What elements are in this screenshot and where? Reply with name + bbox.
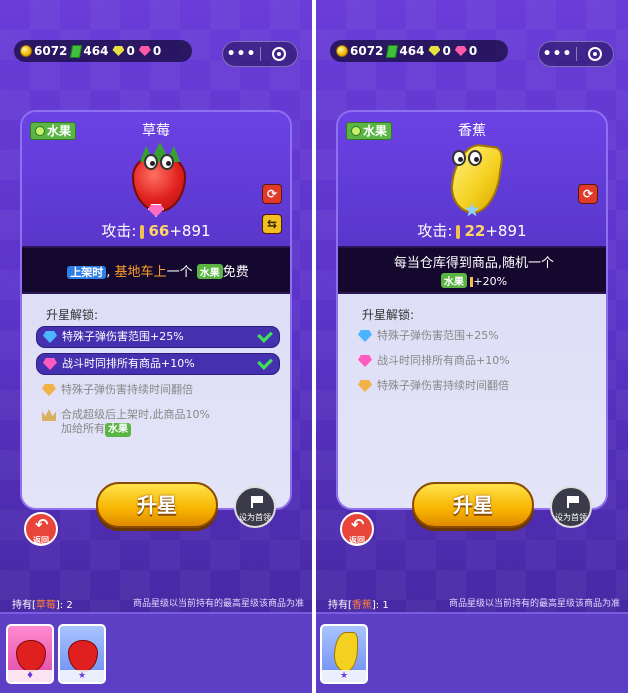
pink-gem-icon bbox=[138, 46, 151, 56]
pink-gem-count: 0 bbox=[152, 44, 162, 58]
skill-description: 上架时, 基地车上一个 水果 免费 bbox=[22, 246, 290, 294]
sword-icon bbox=[140, 224, 145, 239]
blue-diamond-icon bbox=[358, 330, 372, 342]
green-gem-count: 0 bbox=[442, 44, 451, 58]
panel-strawberry: 6072 464 0 0 ••• 水果 草莓 ⟳ ⇆ 攻击: 66+891 上架时… bbox=[0, 0, 312, 693]
star-note: 商品星级以当前持有的最高星级该商品为准 bbox=[448, 599, 620, 609]
star-up-button[interactable]: 升星 bbox=[96, 482, 218, 528]
green-gem-count: 0 bbox=[126, 44, 135, 58]
star-up-button[interactable]: 升星 bbox=[412, 482, 534, 528]
holding-count: 持有[香蕉]: 1 bbox=[328, 600, 389, 611]
category-tag-inline: 水果 bbox=[196, 263, 223, 279]
back-button[interactable]: 返回 bbox=[24, 512, 58, 546]
cash-count: 464 bbox=[399, 44, 425, 58]
banana-image bbox=[442, 140, 506, 217]
flag-icon bbox=[251, 496, 263, 508]
item-card: 水果 草莓 ⟳ ⇆ 攻击: 66+891 上架时, 基地车上一个 水果 免费 升星解… bbox=[20, 110, 292, 510]
coin-count: 6072 bbox=[34, 44, 68, 58]
pink-diamond-icon bbox=[358, 355, 372, 367]
unlock-row: 战斗时同排所有商品+10% bbox=[352, 351, 596, 371]
unlock-title: 升星解锁: bbox=[46, 308, 99, 322]
green-gem-icon bbox=[428, 46, 441, 56]
miniprogram-capsule: ••• bbox=[222, 41, 298, 67]
close-button[interactable] bbox=[577, 47, 613, 61]
more-button[interactable]: ••• bbox=[223, 46, 260, 62]
cash-icon bbox=[386, 44, 399, 58]
category-tag-inline: 水果 bbox=[440, 273, 467, 288]
attack-stat: 攻击: 66+891 bbox=[101, 222, 211, 240]
unlock-row: 特殊子弹伤害范围+25% bbox=[352, 326, 596, 346]
resource-bar: 6072 464 0 0 bbox=[14, 40, 192, 62]
inventory-slot[interactable]: ★ bbox=[320, 624, 368, 684]
flag-icon bbox=[567, 496, 579, 508]
unlock-row: 合成超级后上架时,此商品10% 加给所有 水果 bbox=[36, 405, 280, 440]
resource-bar: 6072 464 0 0 bbox=[330, 40, 508, 62]
coin-count: 6072 bbox=[350, 44, 384, 58]
sword-icon bbox=[456, 224, 461, 239]
inventory-slot[interactable]: ★ bbox=[58, 624, 106, 684]
coin-icon bbox=[336, 45, 348, 57]
pink-gem-icon bbox=[454, 46, 467, 56]
back-button[interactable]: 返回 bbox=[340, 512, 374, 546]
unlock-list: 特殊子弹伤害范围+25% 战斗时同排所有商品+10% 特殊子弹伤害持续时间翻倍 bbox=[352, 326, 596, 401]
close-button[interactable] bbox=[261, 47, 297, 61]
unlock-title: 升星解锁: bbox=[362, 308, 415, 322]
unlock-list: 特殊子弹伤害范围+25% 战斗时同排所有商品+10% 特殊子弹伤害持续时间翻倍 … bbox=[36, 326, 280, 445]
green-gem-icon bbox=[112, 46, 125, 56]
inventory-tray: ♦ ★ bbox=[0, 612, 312, 693]
blue-diamond-icon bbox=[43, 331, 57, 343]
panel-banana: 6072 464 0 0 ••• 水果 香蕉 ⟳ 攻击: 22+891 每当仓库得… bbox=[316, 0, 628, 693]
item-name: 草莓 bbox=[142, 123, 170, 139]
item-name: 香蕉 bbox=[458, 123, 486, 139]
pink-gem-count: 0 bbox=[468, 44, 478, 58]
set-leader-button[interactable]: 设为首领 bbox=[550, 486, 592, 528]
unlock-row: 特殊子弹伤害持续时间翻倍 bbox=[36, 380, 280, 400]
refresh-button[interactable]: ⟳ bbox=[578, 184, 598, 204]
coin-icon bbox=[20, 45, 32, 57]
strawberry-image bbox=[126, 140, 190, 217]
holding-count: 持有[草莓]: 2 bbox=[12, 600, 73, 611]
skill-description: 每当仓库得到商品,随机一个 水果 +20% bbox=[338, 246, 606, 294]
attack-stat: 攻击: 22+891 bbox=[417, 222, 527, 240]
gold-diamond-icon bbox=[42, 384, 56, 396]
miniprogram-capsule: ••• bbox=[538, 41, 614, 67]
star-note: 商品星级以当前持有的最高星级该商品为准 bbox=[132, 599, 304, 609]
inventory-tray: ★ bbox=[316, 612, 628, 693]
crown-icon bbox=[42, 409, 56, 421]
target-icon bbox=[271, 47, 286, 61]
pink-gem-badge-icon bbox=[148, 204, 164, 217]
unlock-row: 特殊子弹伤害范围+25% bbox=[36, 326, 280, 348]
gold-diamond-icon bbox=[358, 380, 372, 392]
pink-diamond-icon bbox=[43, 358, 57, 370]
set-leader-button[interactable]: 设为首领 bbox=[234, 486, 276, 528]
more-button[interactable]: ••• bbox=[539, 46, 576, 62]
refresh-button[interactable]: ⟳ bbox=[262, 184, 282, 204]
cash-icon bbox=[70, 44, 83, 58]
unlock-row: 特殊子弹伤害持续时间翻倍 bbox=[352, 376, 596, 396]
unlock-row: 战斗时同排所有商品+10% bbox=[36, 353, 280, 375]
inventory-slot[interactable]: ♦ bbox=[6, 624, 54, 684]
cash-count: 464 bbox=[83, 44, 109, 58]
target-icon bbox=[587, 47, 602, 61]
item-card: 水果 香蕉 ⟳ 攻击: 22+891 每当仓库得到商品,随机一个 水果 +20% … bbox=[336, 110, 608, 510]
